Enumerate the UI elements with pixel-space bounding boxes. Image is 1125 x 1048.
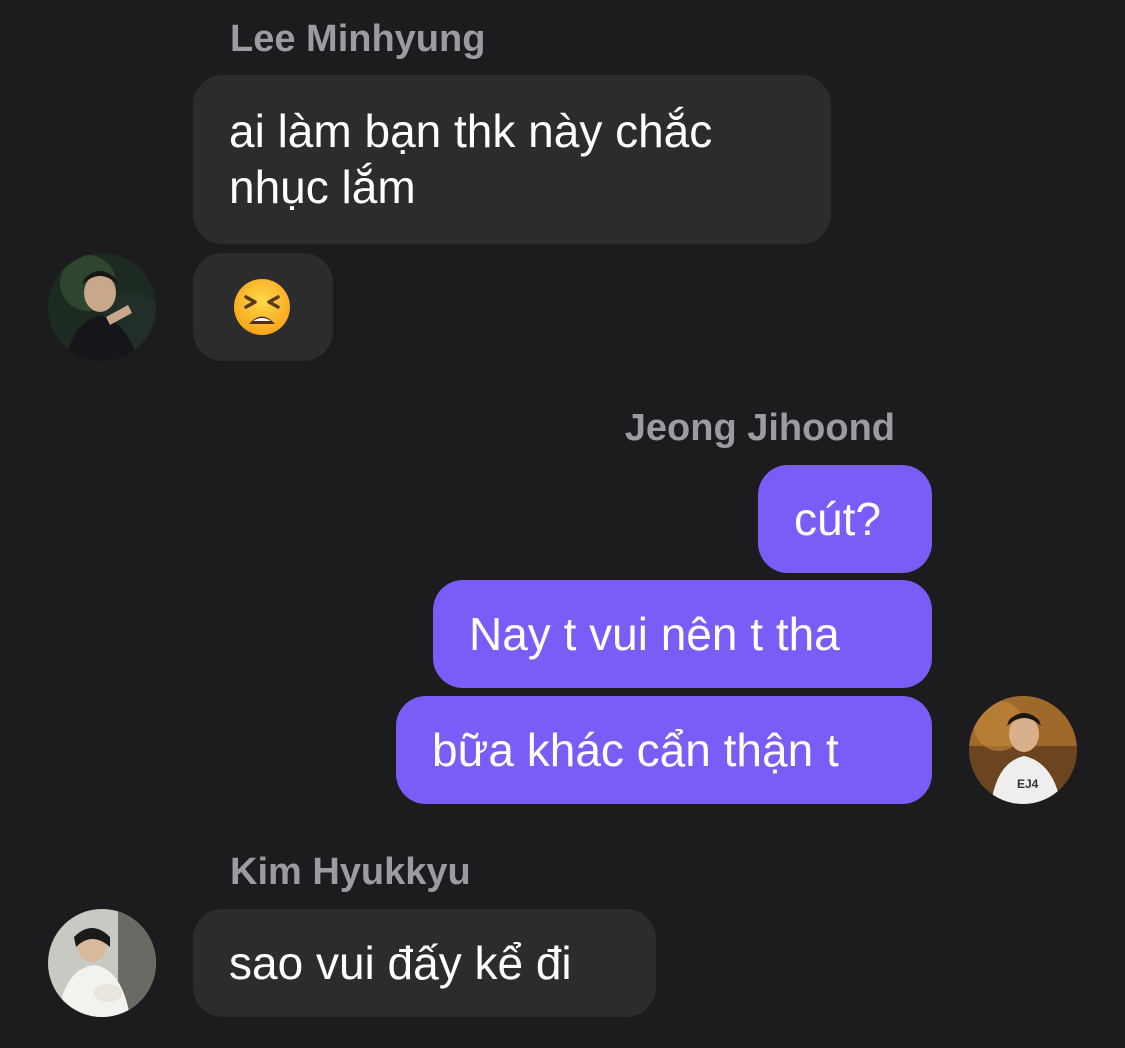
sender-name-lee-minhyung: Lee Minhyung xyxy=(230,18,486,60)
message-text: Nay t vui nên t tha xyxy=(469,608,840,660)
sender-name-kim-hyukkyu: Kim Hyukkyu xyxy=(230,851,471,893)
tired-face-emoji-icon xyxy=(234,279,290,335)
message-bubble[interactable]: sao vui đấy kể đi xyxy=(193,909,656,1017)
message-text: sao vui đấy kể đi xyxy=(229,937,572,989)
message-bubble[interactable]: cút? xyxy=(758,465,932,573)
message-bubble[interactable]: Nay t vui nên t tha xyxy=(433,580,932,688)
message-bubble[interactable]: ai làm bạn thk này chắc nhục lắm xyxy=(193,75,831,244)
message-text: cút? xyxy=(794,493,881,545)
avatar-kim-hyukkyu[interactable] xyxy=(48,909,156,1017)
emoji-message-bubble[interactable] xyxy=(193,253,333,361)
svg-text:EJ4: EJ4 xyxy=(1017,777,1039,791)
avatar-jeong-jihoond[interactable]: EJ4 xyxy=(969,696,1077,804)
avatar-lee-minhyung[interactable] xyxy=(48,253,156,361)
sender-name-jeong-jihoond: Jeong Jihoond xyxy=(624,407,895,449)
message-text: bữa khác cẩn thận t xyxy=(432,724,839,776)
message-bubble[interactable]: bữa khác cẩn thận t xyxy=(396,696,932,804)
message-text: ai làm bạn thk này chắc nhục lắm xyxy=(229,105,713,213)
